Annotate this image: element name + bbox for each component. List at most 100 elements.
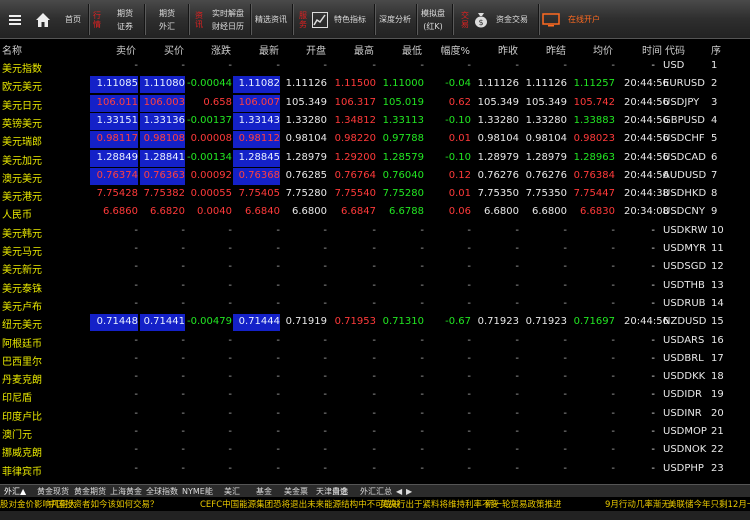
- quote-row-usdnok[interactable]: 挪威克朗 - - - - - - - - - - - - USDNOK 22: [0, 442, 750, 460]
- cell-time: -: [651, 297, 655, 309]
- column-header[interactable]: 最新: [259, 42, 279, 57]
- column-header[interactable]: 买价: [164, 42, 184, 57]
- forex-button[interactable]: 外汇: [159, 20, 175, 33]
- quote-row-usdmyr[interactable]: 美元马元 - - - - - - - - - - - - USDMYR 11: [0, 241, 750, 259]
- cell-code: AUDUSD: [663, 169, 707, 181]
- column-header[interactable]: 名称: [2, 42, 22, 57]
- cell-code: USDKRW: [663, 224, 708, 236]
- home-button[interactable]: 首页: [60, 0, 86, 39]
- mock-button[interactable]: 模拟盘 (红K): [418, 0, 448, 39]
- ticker-headline[interactable]: CEFC中国能源集团恐将退出未来能源结构中不可或缺: [200, 498, 401, 510]
- cell-pct: 0.06: [448, 206, 471, 218]
- quote-row-usd[interactable]: 美元指数 - - - - - - - - - - - - USD 1: [0, 58, 750, 76]
- ticker-headline[interactable]: 美联储今年只剩12月一: [668, 498, 750, 510]
- cell-pct: -: [467, 426, 471, 437]
- cell-index: 17: [711, 352, 724, 364]
- cell-settle: -: [563, 426, 567, 437]
- quote-row-gbpusd[interactable]: 英镑美元 1.33151 1.33136 -0.00137 1.33143 1.33280…: [0, 112, 750, 131]
- ticker-headline[interactable]: 中国投资者如今该如何交易？: [48, 498, 159, 510]
- cell-high: 106.317: [334, 96, 376, 108]
- cell-settle: -: [563, 444, 567, 456]
- cell-open: -: [323, 279, 327, 291]
- cell-high: -: [372, 371, 376, 383]
- quote-row-usddkk[interactable]: 丹麦克朗 - - - - - - - - - - - - USDDKK 18: [0, 369, 750, 387]
- fund-trade-button[interactable]: $ 资金交易: [474, 0, 544, 39]
- quote-row-audusd[interactable]: 澳元美元 0.76374 0.76363 0.00092 0.76368 0.76285 0…: [0, 167, 750, 186]
- cell-buy: -: [181, 297, 185, 309]
- quote-row-usdsgd[interactable]: 美元新元 - - - - - - - - - - - - USDSGD 12: [0, 259, 750, 277]
- column-header[interactable]: 序: [711, 42, 721, 57]
- quote-row-usdbrl[interactable]: 巴西里尔 - - - - - - - - - - - - USDBRL 17: [0, 351, 750, 369]
- cell-low: -: [420, 371, 424, 383]
- features-button[interactable]: 特色指标: [312, 0, 378, 39]
- cell-last: -: [276, 297, 280, 309]
- column-header[interactable]: 涨跌: [211, 42, 231, 57]
- cell-buy: 1.11080: [143, 78, 185, 90]
- quote-row-usdmop[interactable]: 澳门元 - - - - - - - - - - - - USDMOP 21: [0, 424, 750, 442]
- quote-row-usdkrw[interactable]: 美元韩元 - - - - - - - - - - - - USDKRW 10: [0, 223, 750, 241]
- pick-news-button[interactable]: 精选资讯: [252, 0, 290, 39]
- cell-avg: 1.33883: [573, 114, 615, 126]
- cell-high: -: [372, 279, 376, 291]
- quote-row-usdrub[interactable]: 美元卢布 - - - - - - - - - - - - USDRUB 14: [0, 296, 750, 314]
- quote-row-usdinr[interactable]: 印度卢比 - - - - - - - - - - - - USDINR 20: [0, 406, 750, 424]
- depth-button[interactable]: 深度分析: [376, 0, 414, 39]
- instrument-name: 阿根廷币: [2, 338, 42, 350]
- cell-pct: -: [467, 334, 471, 346]
- column-header[interactable]: 幅度%: [440, 42, 470, 57]
- quote-row-usdchf[interactable]: 美元瑞郎 0.98117 0.98108 0.00008 0.98112 0.98104 0…: [0, 131, 750, 149]
- cell-pct: -: [467, 407, 471, 419]
- realtime-button[interactable]: 实时解盘: [212, 7, 244, 20]
- cell-last: 1.11082: [238, 78, 280, 90]
- cell-prev: -: [515, 261, 519, 273]
- cell-last: 0.71444: [238, 316, 280, 328]
- cell-code: USDCAD: [663, 151, 706, 163]
- cell-prev: 105.349: [477, 96, 519, 108]
- ticker-headline[interactable]: 英央行出于紧料将维持利率不变: [380, 498, 499, 510]
- quote-row-usdcny[interactable]: 人民币 6.6860 6.6820 0.0040 6.6840 6.6800 6.6847 6…: [0, 204, 750, 222]
- ticker-headline[interactable]: 9月行动几率渐无: [605, 498, 670, 510]
- ticker-headline[interactable]: 新一轮贸易政策推进: [485, 498, 562, 510]
- column-header[interactable]: 代码: [665, 42, 685, 57]
- column-header[interactable]: 开盘: [306, 42, 326, 57]
- quote-row-usdphp[interactable]: 菲律宾币 - - - - - - - - - - - - USDPHP 23: [0, 461, 750, 479]
- column-header[interactable]: 最高: [354, 42, 374, 57]
- cell-index: 21: [711, 426, 724, 437]
- futures-securities-group: 期货 证券: [108, 0, 142, 39]
- online-account-button[interactable]: 在线开户: [542, 0, 612, 39]
- column-header[interactable]: 时间: [642, 42, 662, 57]
- column-header[interactable]: 最低: [402, 42, 422, 57]
- quote-row-usdhkd[interactable]: 美元港元 7.75428 7.75382 0.00055 7.75405 7.75280 7…: [0, 186, 750, 204]
- quote-row-usdidr[interactable]: 印尼盾 - - - - - - - - - - - - USDIDR 19: [0, 387, 750, 405]
- cell-index: 3: [711, 96, 718, 108]
- cell-code: USDARS: [663, 334, 705, 346]
- column-header[interactable]: 昨收: [498, 42, 518, 57]
- cell-code: USDDKK: [663, 371, 706, 383]
- futures-button[interactable]: 期货: [117, 7, 133, 20]
- cell-time: -: [651, 261, 655, 273]
- quote-row-usdjpy[interactable]: 美元日元 106.011 106.003 0.658 106.007 105.349 106…: [0, 94, 750, 113]
- cell-time: -: [651, 426, 655, 437]
- cell-avg: -: [611, 444, 615, 456]
- quote-row-usdthb[interactable]: 美元泰铢 - - - - - - - - - - - - USDTHB 13: [0, 278, 750, 296]
- cell-avg: 0.98023: [573, 133, 615, 145]
- cell-low: 1.11000: [382, 78, 424, 90]
- quote-row-nzdusd[interactable]: 纽元美元 0.71448 0.71441 -0.00479 0.71444 0.71919…: [0, 314, 750, 332]
- realtime-calendar-group: 实时解盘 财经日历: [208, 0, 248, 39]
- column-header[interactable]: 昨结: [546, 42, 566, 57]
- securities-button[interactable]: 证券: [117, 20, 133, 33]
- home-icon-button[interactable]: [30, 0, 56, 39]
- cell-index: 10: [711, 224, 724, 236]
- cell-code: GBPUSD: [663, 114, 706, 126]
- spot-button[interactable]: 期货: [159, 7, 175, 20]
- quote-row-usdcad[interactable]: 美元加元 1.28849 1.28841 -0.00134 1.28845 1.28979…: [0, 149, 750, 168]
- quote-row-eurusd[interactable]: 欧元美元 1.11085 1.11080 -0.00044 1.11082 1.11126…: [0, 76, 750, 94]
- cell-chg: -: [228, 426, 232, 437]
- column-header[interactable]: 卖价: [116, 42, 136, 57]
- calendar-button[interactable]: 财经日历: [212, 20, 244, 33]
- menu-button[interactable]: [2, 0, 28, 39]
- cell-chg: -0.00479: [187, 316, 232, 328]
- column-header[interactable]: 均价: [593, 42, 613, 57]
- quote-row-usdars[interactable]: 阿根廷币 - - - - - - - - - - - - USDARS 16: [0, 333, 750, 351]
- cell-index: 7: [711, 169, 718, 181]
